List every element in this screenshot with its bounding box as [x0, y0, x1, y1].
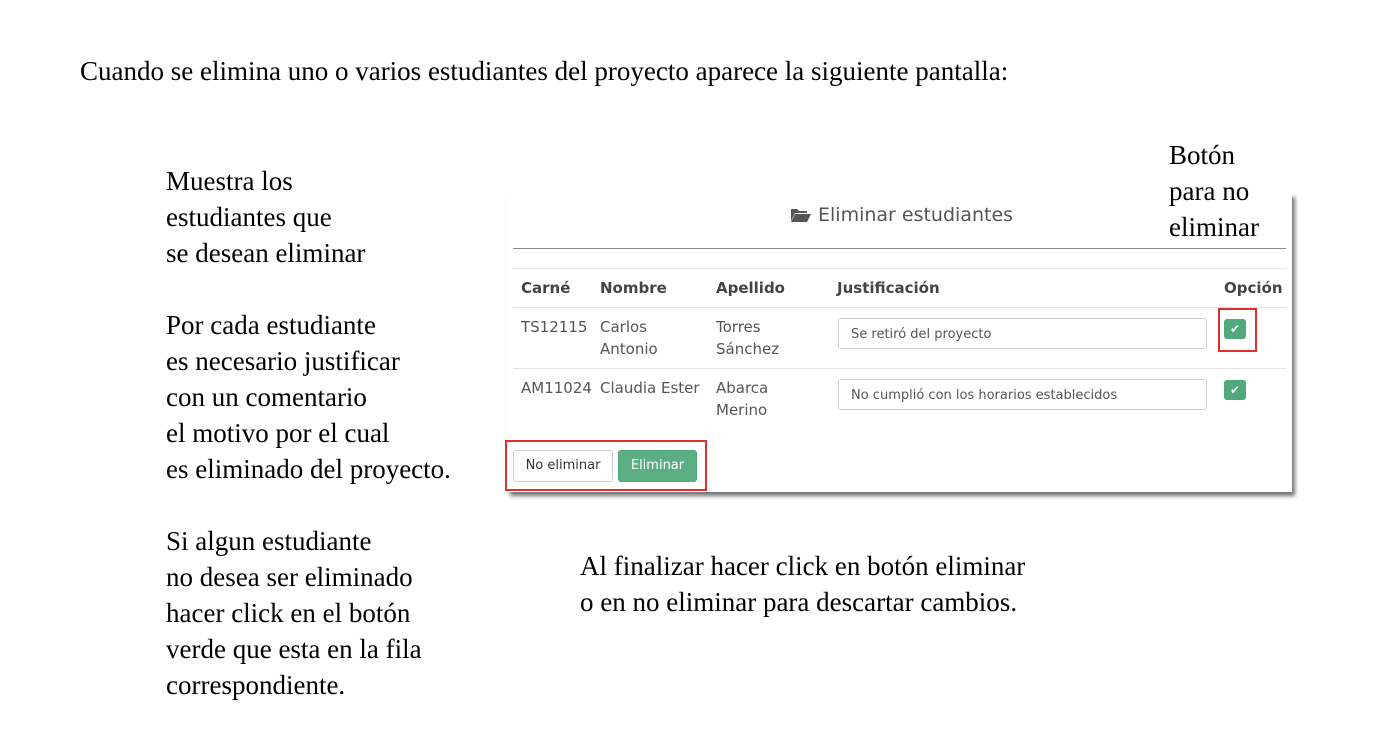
intro-sentence: Cuando se elimina uno o varios estudiant…: [80, 56, 1009, 86]
cell-carne: TS12115: [521, 318, 588, 336]
note-line: el motivo por el cual: [166, 418, 390, 448]
cell-line: Carlos: [600, 318, 647, 336]
side-note: Botón para no eliminar: [1169, 137, 1259, 245]
highlight-action-buttons: [505, 440, 707, 491]
justification-input[interactable]: No cumplió con los horarios establecidos: [838, 379, 1207, 410]
cell-nombre: Claudia Ester: [600, 377, 700, 399]
cell-line: Claudia Ester: [600, 379, 700, 397]
cell-apellido: Abarca Merino: [716, 377, 768, 421]
note-line: Si algun estudiante: [166, 526, 372, 556]
header-divider: [513, 268, 1286, 269]
note-line: es necesario justificar: [166, 346, 400, 376]
note-line: Botón: [1169, 140, 1236, 170]
note-line: hacer click en el botón: [166, 598, 411, 628]
note-line: eliminar: [1169, 212, 1259, 242]
row-divider: [513, 368, 1286, 369]
keep-student-button[interactable]: ✔: [1224, 380, 1246, 400]
cell-line: Abarca: [716, 379, 769, 397]
cell-line: Torres: [716, 318, 761, 336]
note-line: es eliminado del proyecto.: [166, 454, 451, 484]
note-line: Por cada estudiante: [166, 310, 376, 340]
column-header-opcion: Opción: [1224, 279, 1283, 297]
cell-apellido: Torres Sánchez: [716, 316, 779, 360]
note-line: Muestra los: [166, 166, 293, 196]
column-header-justificacion: Justificación: [837, 279, 940, 297]
note-line: para no: [1169, 176, 1250, 206]
check-icon: ✔: [1229, 383, 1241, 397]
cell-line: Antonio: [600, 340, 658, 358]
panel-title: Eliminar estudiantes: [790, 204, 1013, 228]
note-line: verde que esta en la fila: [166, 634, 422, 664]
note-line: se desean eliminar: [166, 238, 366, 268]
justification-input[interactable]: Se retiró del proyecto: [838, 318, 1207, 349]
panel-title-text: Eliminar estudiantes: [818, 204, 1014, 226]
cell-nombre: Carlos Antonio: [600, 316, 658, 360]
folder-open-icon: [790, 206, 812, 228]
column-header-apellido: Apellido: [716, 279, 785, 297]
note-line: correspondiente.: [166, 670, 346, 700]
column-header-nombre: Nombre: [600, 279, 667, 297]
note-line: estudiantes que: [166, 202, 332, 232]
row-divider: [513, 307, 1286, 308]
cell-line: Sánchez: [716, 340, 780, 358]
cell-line: Merino: [716, 401, 768, 419]
title-divider: [513, 248, 1286, 249]
bottom-note: Al finalizar hacer click en botón elimin…: [580, 548, 1025, 620]
note-line: con un comentario: [166, 382, 367, 412]
column-header-carne: Carné: [521, 279, 571, 297]
cell-carne: AM11024: [521, 379, 592, 397]
note-line: Al finalizar hacer click en botón elimin…: [580, 551, 1026, 581]
highlight-keep-button: [1218, 308, 1257, 352]
note-line: no desea ser eliminado: [166, 562, 413, 592]
left-notes: Muestra los estudiantes que se desean el…: [166, 163, 451, 703]
note-line: o en no eliminar para descartar cambios.: [580, 587, 1018, 617]
